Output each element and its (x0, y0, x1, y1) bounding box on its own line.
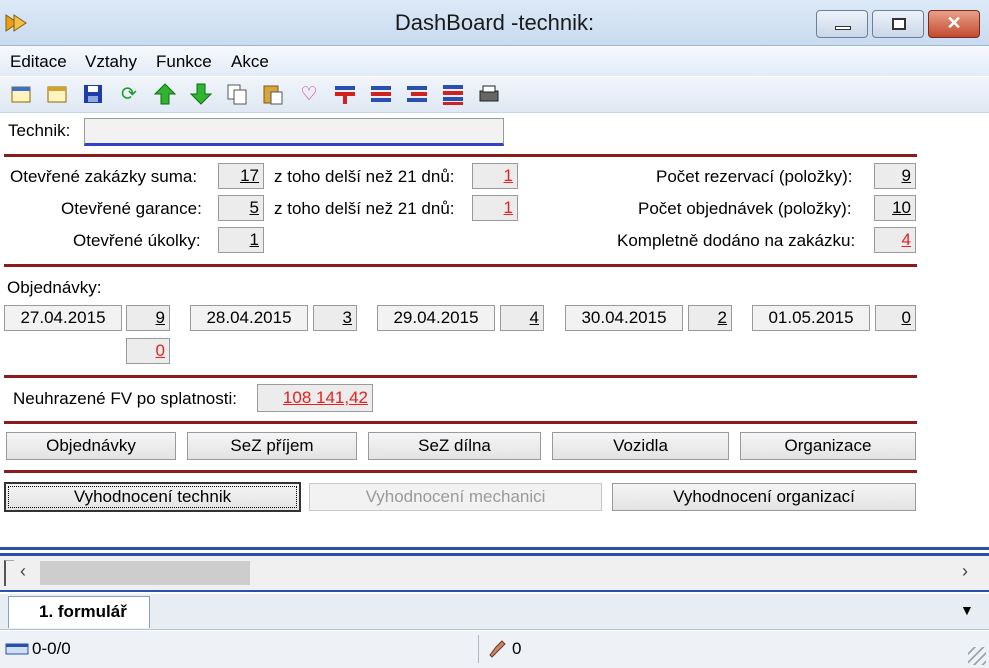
sez-prijem-button[interactable]: SeZ příjem (187, 432, 357, 460)
status-bar: 0-0/0 0 (0, 631, 989, 668)
arrow-up-icon[interactable] (152, 82, 178, 108)
filter-add-icon[interactable] (332, 82, 358, 108)
technik-field[interactable] (84, 118, 504, 146)
divider (4, 264, 917, 267)
maximize-button[interactable] (872, 10, 924, 38)
new-copy-icon[interactable] (44, 82, 70, 108)
arrow-down-icon[interactable] (188, 82, 214, 108)
technik-label: Technik: (8, 121, 71, 140)
vyhodnoceni-organizaci-button[interactable]: Vyhodnocení organizací (612, 483, 916, 511)
vyhodnoceni-technik-button[interactable]: Vyhodnocení technik (4, 482, 301, 512)
objednavka-date: 01.05.2015 (752, 305, 870, 331)
objednavky-button[interactable]: Objednávky (6, 432, 176, 460)
tab-formular[interactable]: 1. formulář (8, 596, 150, 628)
close-icon: ✕ (946, 13, 962, 33)
zakazky-older-label: z toho delší než 21 dnů: (274, 167, 455, 186)
paste-icon[interactable] (260, 82, 286, 108)
otevrene-zakazky-label: Otevřené zakázky suma: (10, 167, 198, 186)
divider (4, 154, 917, 157)
close-button[interactable]: ✕ (928, 10, 980, 38)
tab-dropdown-icon[interactable]: ▼ (960, 602, 974, 618)
title-bar: DashBoard -technik: ✕ (0, 0, 989, 46)
pocet-rezervaci-value[interactable]: 9 (874, 163, 916, 189)
objednavka-date: 27.04.2015 (4, 305, 122, 331)
maximize-icon (892, 18, 906, 30)
zakazky-older-value[interactable]: 1 (472, 163, 518, 189)
sez-dilna-button[interactable]: SeZ dílna (368, 432, 541, 460)
divider (4, 470, 917, 473)
objednavka-count[interactable]: 3 (313, 305, 357, 331)
pocet-rezervaci-label: Počet rezervací (položky): (656, 167, 853, 186)
otevrene-ukolky-value[interactable]: 1 (218, 227, 264, 253)
separator-line (0, 590, 989, 592)
objednavka-extra-count[interactable]: 0 (126, 338, 170, 364)
record-icon (5, 643, 29, 655)
menu-vztahy[interactable]: Vztahy (85, 52, 137, 72)
scroll-thumb[interactable] (40, 561, 250, 585)
copy-icon[interactable] (224, 82, 250, 108)
neuhrazene-value[interactable]: 108 141,42 (257, 384, 373, 412)
new-icon[interactable] (8, 82, 34, 108)
menu-funkce[interactable]: Funkce (156, 52, 212, 72)
menu-akce[interactable]: Akce (231, 52, 269, 72)
objednavka-count[interactable]: 2 (688, 305, 732, 331)
vozidla-button[interactable]: Vozidla (552, 432, 729, 460)
print-icon[interactable] (476, 82, 502, 108)
save-icon[interactable] (80, 82, 106, 108)
objednavka-count[interactable]: 4 (500, 305, 544, 331)
toolbar: ⟳ ♡ (0, 77, 989, 113)
filter-icon[interactable] (368, 82, 394, 108)
pocet-objednavek-value[interactable]: 10 (874, 195, 916, 221)
divider (4, 421, 917, 424)
otevrene-zakazky-value[interactable]: 17 (218, 163, 264, 189)
resize-grip-icon[interactable] (968, 647, 986, 665)
status-divider (478, 635, 479, 663)
filter-list-icon[interactable] (440, 82, 466, 108)
kompletne-dodano-value[interactable]: 4 (874, 227, 916, 253)
separator-line (0, 547, 989, 550)
organizace-button[interactable]: Organizace (740, 432, 916, 460)
kompletne-dodano-label: Kompletně dodáno na zakázku: (617, 231, 856, 250)
pocet-objednavek-label: Počet objednávek (položky): (638, 199, 852, 218)
objednavka-count[interactable]: 0 (875, 305, 916, 331)
minimize-button[interactable] (816, 10, 868, 38)
pin-icon (489, 640, 506, 658)
scroll-left-icon[interactable]: ‹ (20, 561, 26, 582)
hearts-icon[interactable]: ♡ (296, 82, 322, 108)
horizontal-scrollbar[interactable]: ‹ › (0, 556, 989, 590)
record-count: 0-0/0 (32, 639, 71, 658)
objednavka-date: 30.04.2015 (565, 305, 683, 331)
otevrene-garance-value[interactable]: 5 (218, 195, 264, 221)
dashboard-form: Technik: Otevřené zakázky suma: 17 z toh… (0, 114, 989, 546)
tab-bar: 1. formulář ▼ (0, 594, 989, 630)
filter-remove-icon[interactable] (404, 82, 430, 108)
refresh-icon[interactable]: ⟳ (116, 82, 142, 108)
neuhrazene-label: Neuhrazené FV po splatnosti: (13, 389, 237, 408)
scroll-right-icon[interactable]: › (962, 561, 968, 582)
otevrene-garance-label: Otevřené garance: (61, 199, 202, 218)
menu-editace[interactable]: Editace (10, 52, 67, 72)
minimize-icon (835, 26, 851, 30)
divider (4, 375, 917, 378)
objednavka-date: 28.04.2015 (190, 305, 308, 331)
objednavka-count[interactable]: 9 (126, 305, 170, 331)
objednavka-date: 29.04.2015 (377, 305, 495, 331)
otevrene-ukolky-label: Otevřené úkolky: (73, 231, 201, 250)
menu-bar: Editace Vztahy Funkce Akce (0, 46, 989, 76)
scroll-grip-icon (4, 560, 14, 586)
objednavky-label: Objednávky: (7, 278, 102, 297)
garance-older-value[interactable]: 1 (472, 195, 518, 221)
garance-older-label: z toho delší než 21 dnů: (274, 199, 455, 218)
vyhodnoceni-mechanici-button: Vyhodnocení mechanici (309, 483, 602, 511)
status-count: 0 (512, 639, 522, 658)
